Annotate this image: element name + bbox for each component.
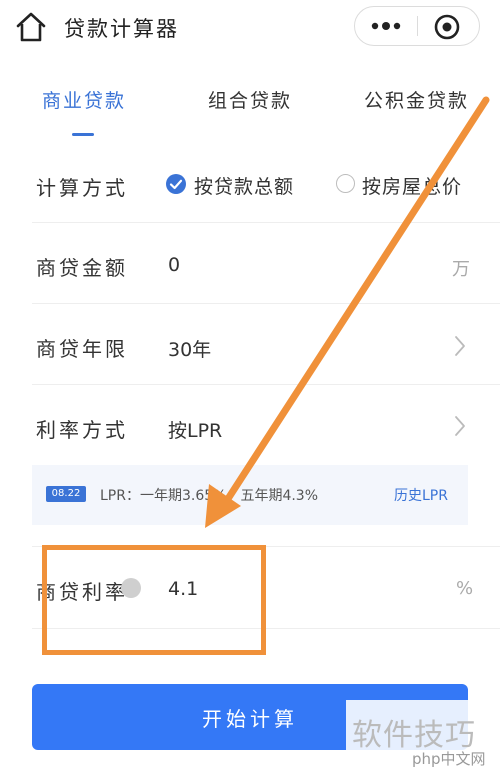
lpr-history-link[interactable]: 历史LPR [394, 485, 448, 505]
target-icon[interactable] [433, 13, 461, 41]
watermark-logo: php中文网 [412, 750, 486, 768]
tab-provident-fund-loan[interactable]: 公积金贷款 [364, 86, 469, 113]
app-header: 贷款计算器 [0, 0, 500, 56]
radio-house-total[interactable] [336, 174, 355, 193]
loan-term-select[interactable]: 30年 [168, 335, 211, 362]
radio-house-total-label[interactable]: 按房屋总价 [362, 172, 462, 199]
mini-program-capsule [354, 6, 480, 46]
radio-loan-total-label[interactable]: 按贷款总额 [194, 172, 294, 199]
row-divider [32, 384, 500, 385]
calc-method-label: 计算方式 [36, 176, 128, 200]
row-divider [32, 303, 500, 304]
loan-amount-input[interactable]: 0 [168, 254, 180, 276]
tab-commercial-loan[interactable]: 商业贷款 [42, 86, 126, 113]
chevron-right-icon[interactable] [454, 335, 466, 357]
lpr-info-banner: 08.22 LPR：一年期3.65%，五年期4.3% 历史LPR [32, 465, 468, 525]
check-icon [169, 179, 183, 190]
rate-method-select[interactable]: 按LPR [168, 416, 222, 443]
loan-amount-unit: 万 [452, 259, 470, 280]
lpr-rate-text: LPR：一年期3.65%，五年期4.3% [100, 488, 319, 504]
tab-combined-loan[interactable]: 组合贷款 [208, 86, 292, 113]
lpr-date-badge: 08.22 [46, 486, 86, 502]
page-title: 贷款计算器 [64, 17, 179, 41]
rate-method-label: 利率方式 [36, 418, 128, 442]
chevron-right-icon[interactable] [454, 415, 466, 437]
radio-loan-total[interactable] [166, 174, 186, 194]
row-divider [32, 222, 500, 223]
annotation-highlight-box [42, 545, 266, 655]
home-icon[interactable] [14, 10, 48, 44]
tab-active-indicator [72, 133, 94, 136]
loan-rate-unit: % [456, 578, 474, 599]
more-icon[interactable] [369, 18, 403, 34]
annotation-arrow [205, 96, 490, 528]
loan-amount-label: 商贷金额 [36, 256, 128, 280]
capsule-divider [417, 16, 418, 36]
loan-term-label: 商贷年限 [36, 337, 128, 361]
